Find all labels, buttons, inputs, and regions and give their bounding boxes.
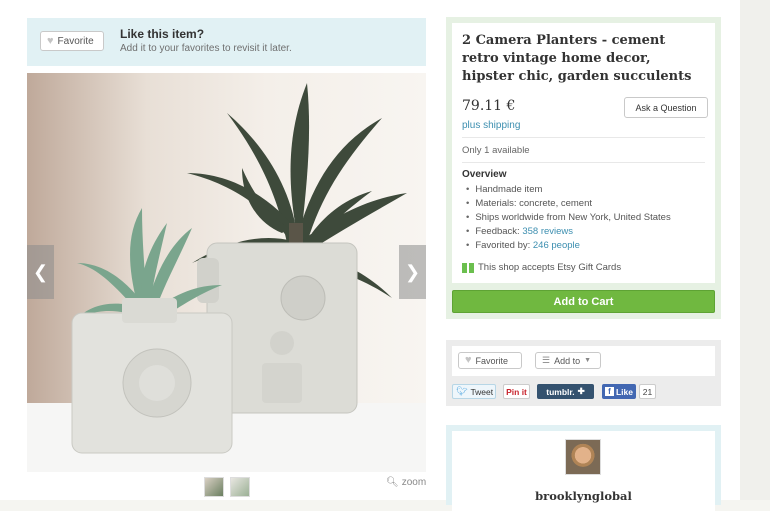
facebook-like-button[interactable]: f Like <box>602 384 636 399</box>
zoom-label: zoom <box>401 477 427 488</box>
share-panel: ♥ Favorite ☰ Add to ▼ 🐦︎ Tweet Pin it tu… <box>446 340 721 406</box>
product-price: 79.11 € <box>462 98 516 114</box>
gift-cards-text: This shop accepts Etsy Gift Cards <box>478 262 622 273</box>
favorited-people-link[interactable]: 246 people <box>533 240 580 251</box>
favorite-button-label: Favorite <box>57 35 94 47</box>
facebook-icon: f <box>605 387 614 396</box>
favorite-banner-subtitle: Add it to your favorites to revisit it l… <box>120 43 292 54</box>
add-to-list-button[interactable]: ☰ Add to ▼ <box>535 352 601 369</box>
share-actions: ♥ Favorite ☰ Add to ▼ <box>452 346 715 376</box>
pin-it-button[interactable]: Pin it <box>503 384 530 399</box>
list-icon: ☰ <box>542 355 551 365</box>
overview-item-text: Materials: concrete, cement <box>475 198 593 209</box>
tumblr-button[interactable]: tumblr. ✚ <box>537 384 594 399</box>
overview-title: Overview <box>462 169 507 180</box>
add-to-cart-button[interactable]: Add to Cart <box>452 290 715 313</box>
shop-name[interactable]: brooklynglobal <box>452 489 715 503</box>
feedback-label: Feedback: <box>475 226 523 237</box>
overview-item: Ships worldwide from New York, United St… <box>466 211 671 225</box>
tumblr-label: tumblr. <box>546 386 575 397</box>
heart-icon: ♥ <box>465 354 472 366</box>
divider <box>462 137 705 138</box>
overview-item-favorited: Favorited by: 246 people <box>466 239 671 253</box>
twitter-bird-icon: 🐦︎ <box>456 386 468 396</box>
availability-text: Only 1 available <box>462 145 530 156</box>
shop-panel: brooklynglobal <box>446 425 721 511</box>
overview-item-text: Handmade item <box>475 184 543 195</box>
tweet-label: Tweet <box>470 386 494 397</box>
product-photo <box>27 83 426 472</box>
favorite-item-button[interactable]: ♥ Favorite <box>458 352 522 369</box>
favorite-button[interactable]: ♥ Favorite <box>40 31 104 51</box>
shipping-link[interactable]: plus shipping <box>462 120 520 131</box>
gift-icon <box>462 262 474 273</box>
favorite-item-label: Favorite <box>475 355 509 366</box>
overview-item: Materials: concrete, cement <box>466 197 671 211</box>
reviews-link[interactable]: 358 reviews <box>522 226 573 237</box>
product-info-box: 2 Camera Planters - cement retro vintage… <box>452 23 715 283</box>
page: ♥ Favorite Like this item? Add it to you… <box>0 0 740 511</box>
chevron-down-icon: ▼ <box>584 357 592 364</box>
product-image[interactable]: ❮ ❯ <box>27 73 426 472</box>
zoom-button[interactable]: 🔍︎ zoom <box>386 477 426 488</box>
favorite-banner-title: Like this item? <box>120 27 205 41</box>
image-thumbnail[interactable] <box>230 477 250 497</box>
overview-item-text: Ships worldwide from New York, United St… <box>475 212 671 223</box>
overview-item-feedback: Feedback: 358 reviews <box>466 225 671 239</box>
previous-image-arrow[interactable]: ❮ <box>27 245 54 299</box>
plus-icon: ✚ <box>577 386 585 396</box>
overview-item: Handmade item <box>466 183 671 197</box>
next-image-arrow[interactable]: ❯ <box>399 245 426 299</box>
overview-list: Handmade item Materials: concrete, cemen… <box>466 183 671 253</box>
product-title: 2 Camera Planters - cement retro vintage… <box>462 33 692 84</box>
gift-cards-notice: This shop accepts Etsy Gift Cards <box>462 262 621 273</box>
facebook-like-label: Like <box>615 386 633 397</box>
page-gutter <box>740 0 770 500</box>
tweet-button[interactable]: 🐦︎ Tweet <box>452 384 496 399</box>
add-to-label: Add to <box>554 355 581 366</box>
facebook-like-count: 21 <box>639 384 656 399</box>
heart-icon: ♥ <box>47 34 54 47</box>
divider <box>462 162 705 163</box>
shop-box: brooklynglobal <box>452 431 715 511</box>
shop-avatar[interactable] <box>565 439 601 475</box>
product-info-panel: 2 Camera Planters - cement retro vintage… <box>446 17 721 319</box>
favorite-banner: ♥ Favorite Like this item? Add it to you… <box>27 18 426 66</box>
favorited-label: Favorited by: <box>475 240 533 251</box>
magnifier-icon: 🔍︎ <box>386 477 399 488</box>
image-thumbnail[interactable] <box>204 477 224 497</box>
ask-question-button[interactable]: Ask a Question <box>624 97 708 118</box>
